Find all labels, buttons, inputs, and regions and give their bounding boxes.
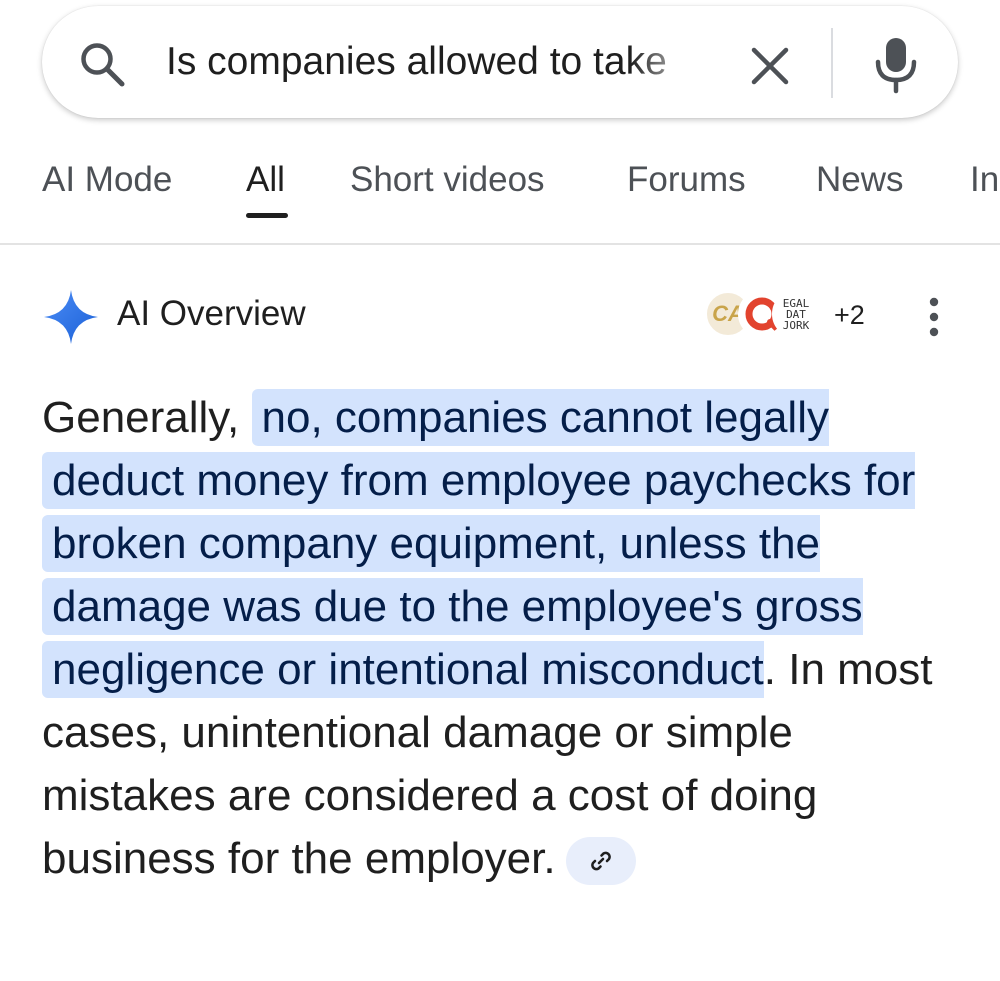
answer-lead: Generally, <box>42 393 252 442</box>
tab-news[interactable]: News <box>816 160 904 200</box>
microphone-icon[interactable] <box>872 36 920 94</box>
ai-overview-title: AI Overview <box>117 294 306 333</box>
source-favicon-line: JORK <box>782 318 810 332</box>
source-favicon-line: EGAL <box>782 296 810 310</box>
source-favicon-line: DAT <box>786 307 806 321</box>
gemini-sparkle-icon <box>44 290 98 344</box>
tab-ai-mode[interactable]: AI Mode <box>42 160 172 200</box>
tab-forums[interactable]: Forums <box>627 160 746 200</box>
search-tabs: AI Mode All Short videos Forums News In <box>0 150 1000 222</box>
source-favicon-legal-data: EGAL DAT JORK <box>772 290 820 338</box>
more-options-icon[interactable] <box>924 296 944 338</box>
search-bar[interactable] <box>42 6 958 118</box>
search-input[interactable] <box>166 32 706 92</box>
tabs-divider <box>0 243 1000 245</box>
close-icon[interactable] <box>748 44 792 88</box>
tab-images[interactable]: In <box>970 160 999 200</box>
link-icon <box>590 852 611 871</box>
search-divider <box>831 28 833 98</box>
tab-all[interactable]: All <box>246 160 285 200</box>
search-icon <box>81 43 125 87</box>
tab-short-videos[interactable]: Short videos <box>350 160 545 200</box>
source-link-button[interactable] <box>565 837 636 886</box>
ai-overview-answer: Generally, no, companies cannot legally … <box>42 386 962 890</box>
active-tab-indicator <box>246 213 288 218</box>
more-sources-count: +2 <box>834 300 865 330</box>
source-favicons[interactable]: CA EGAL DAT JORK +2 <box>704 288 874 344</box>
